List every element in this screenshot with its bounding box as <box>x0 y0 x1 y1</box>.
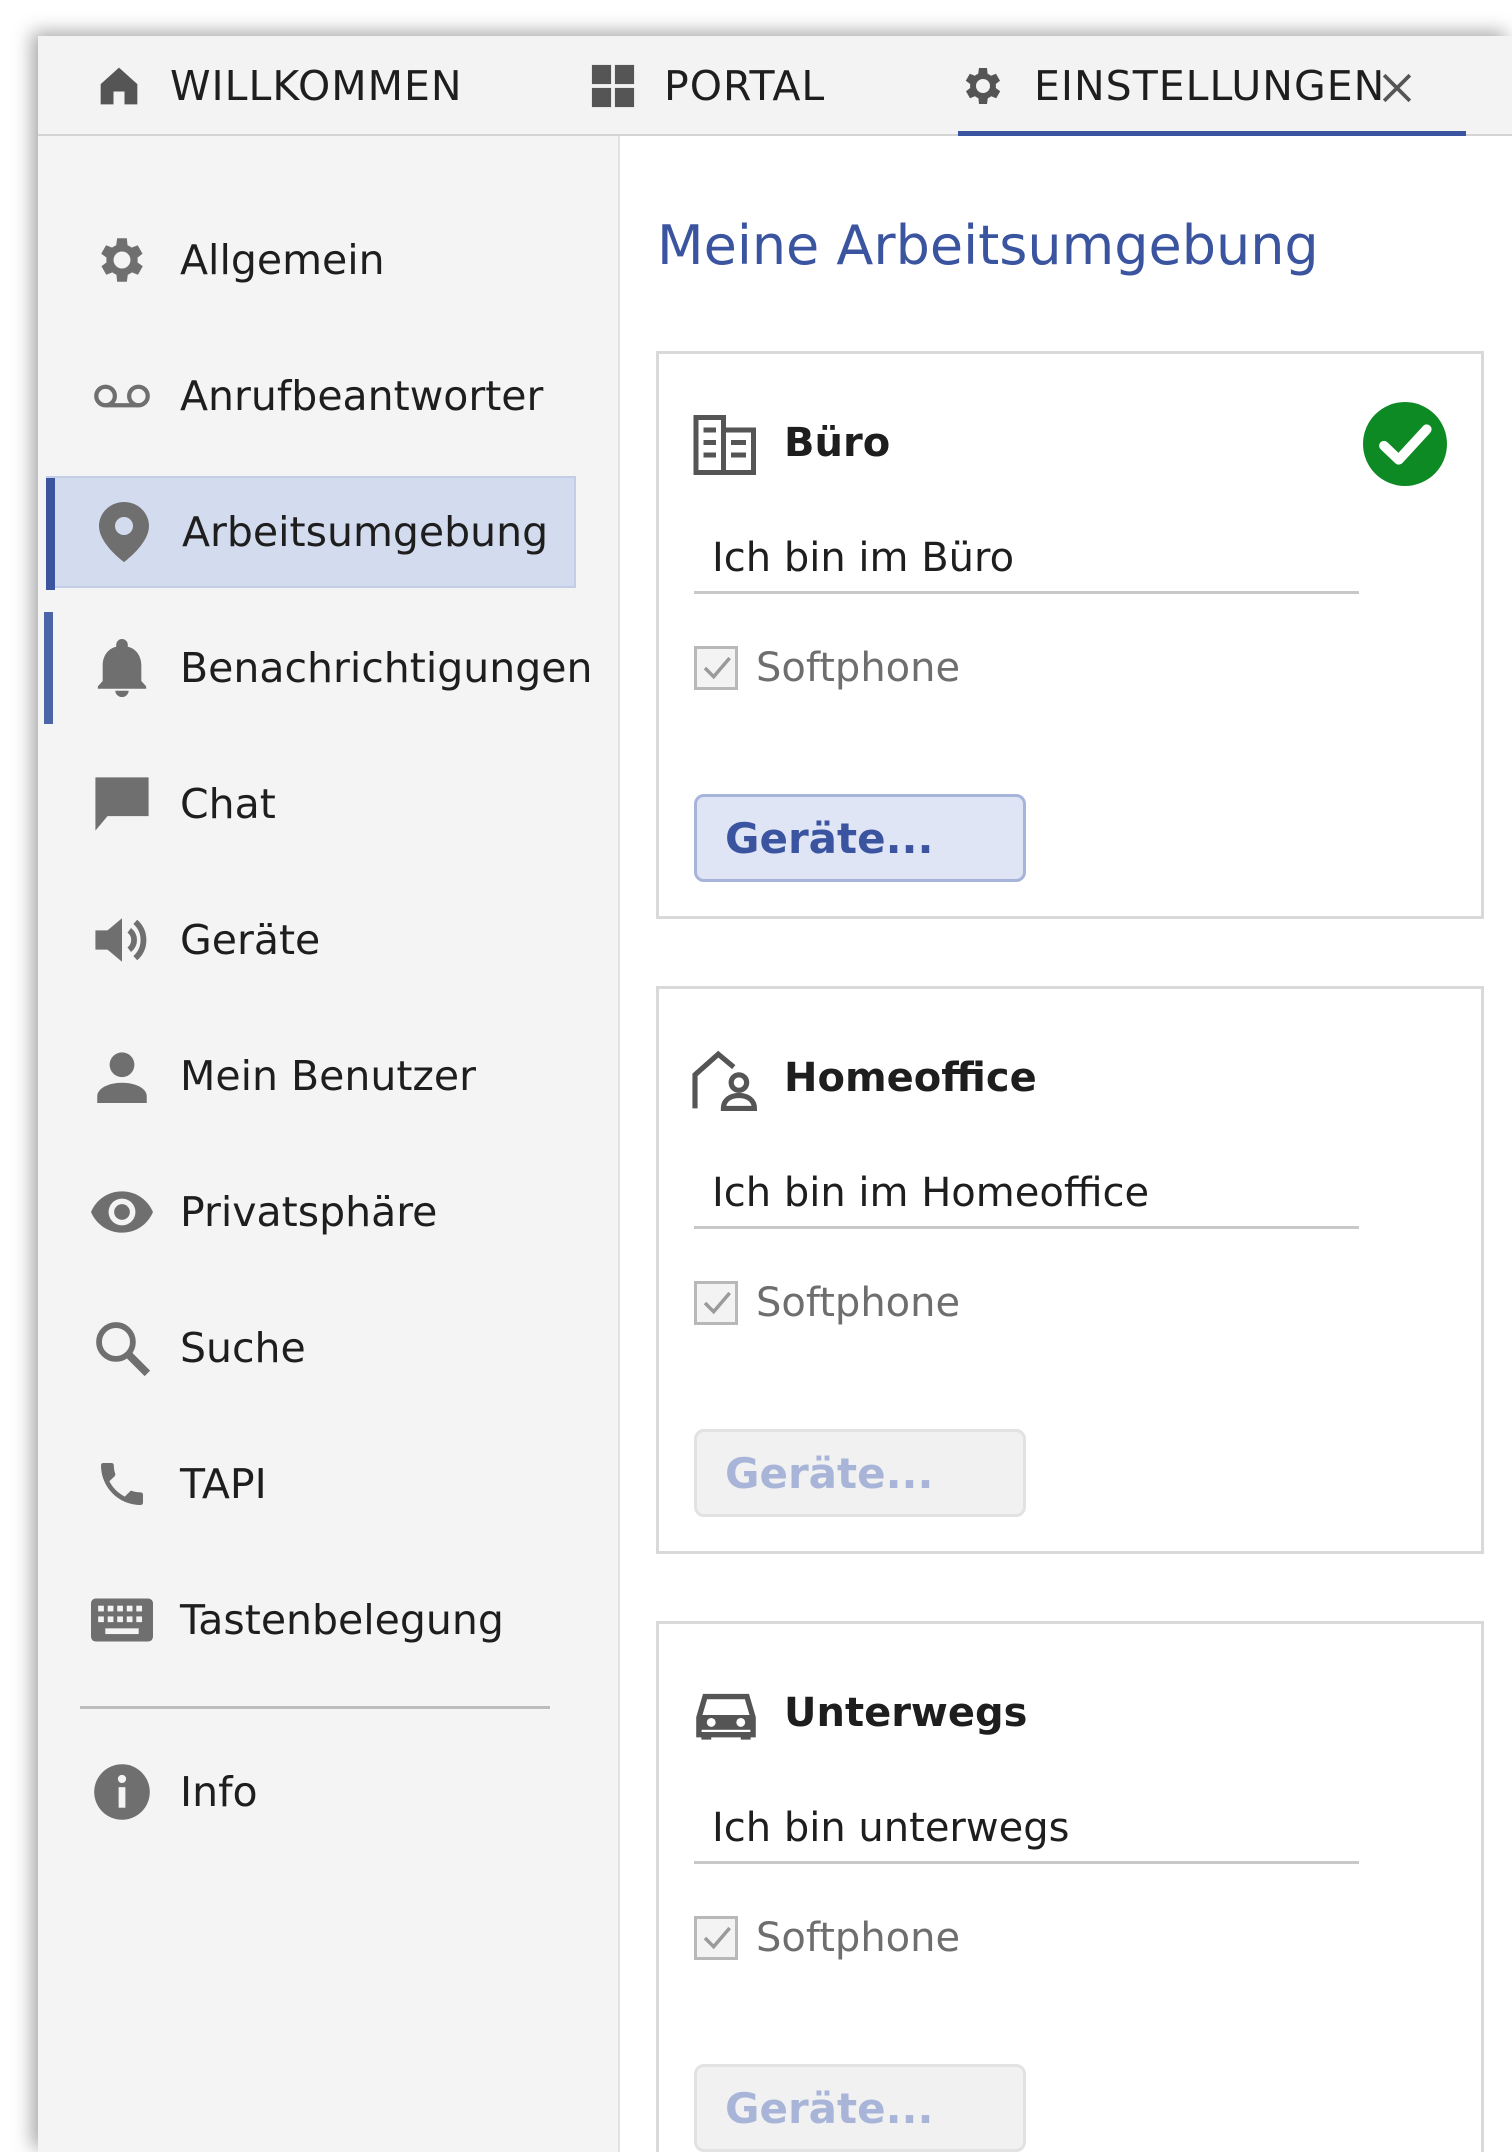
sidebar-item-tastenbelegung[interactable]: Tastenbelegung <box>46 1564 576 1676</box>
page-title: Meine Arbeitsumgebung <box>657 214 1319 277</box>
tab-bar: WILLKOMMEN PORTAL EINSTELLUNGEN <box>38 36 1512 138</box>
grid-icon <box>588 61 638 111</box>
sidebar-item-label: Suche <box>180 1324 306 1372</box>
sidebar-item-tapi[interactable]: TAPI <box>46 1428 576 1540</box>
focus-indicator <box>44 612 53 724</box>
card-title: Büro <box>784 420 891 466</box>
status-text-field[interactable]: Ich bin unterwegs <box>694 1794 1359 1864</box>
field-value: Ich bin unterwegs <box>712 1804 1070 1851</box>
field-value: Ich bin im Büro <box>712 534 1015 581</box>
tab-label: PORTAL <box>664 62 826 110</box>
search-icon <box>91 1317 153 1379</box>
workplace-card-buero[interactable]: Büro Ich bin im Büro Softphone Geräte... <box>656 351 1484 919</box>
checkbox-label: Softphone <box>756 645 961 691</box>
gear-icon <box>91 229 153 291</box>
checkbox-checked-icon <box>694 1281 738 1325</box>
sidebar-item-label: Tastenbelegung <box>180 1596 504 1644</box>
check-circle-icon <box>1363 402 1447 486</box>
sidebar-item-suche[interactable]: Suche <box>46 1292 576 1404</box>
checkbox-label: Softphone <box>756 1915 961 1961</box>
active-item-indicator <box>46 478 55 590</box>
office-building-icon <box>691 410 761 480</box>
sidebar-item-label: Geräte <box>180 916 321 964</box>
info-icon <box>91 1761 153 1823</box>
close-tab-icon[interactable] <box>1375 66 1419 110</box>
keyboard-icon <box>91 1589 153 1651</box>
devices-button[interactable]: Geräte... <box>694 1429 1026 1517</box>
sidebar-item-mein-benutzer[interactable]: Mein Benutzer <box>46 1020 576 1132</box>
workplace-card-homeoffice[interactable]: Homeoffice Ich bin im Homeoffice Softpho… <box>656 986 1484 1554</box>
sidebar-item-label: Anrufbeantworter <box>180 372 544 420</box>
sidebar-item-label: Mein Benutzer <box>180 1052 477 1100</box>
main-content: Meine Arbeitsumgebung Büro Ich bin im Bü… <box>622 136 1512 2152</box>
gear-icon <box>958 61 1008 111</box>
card-title: Unterwegs <box>784 1690 1028 1736</box>
voicemail-icon <box>91 365 153 427</box>
checkbox-checked-icon <box>694 1916 738 1960</box>
sidebar-divider <box>80 1706 550 1709</box>
app-window: WILLKOMMEN PORTAL EINSTELLUNGEN Allgemei… <box>38 36 1512 2152</box>
workplace-card-unterwegs[interactable]: Unterwegs Ich bin unterwegs Softphone Ge… <box>656 1621 1484 2152</box>
softphone-checkbox[interactable]: Softphone <box>694 1908 960 1968</box>
tab-label: WILLKOMMEN <box>170 62 463 110</box>
tab-willkommen[interactable]: WILLKOMMEN <box>94 36 463 136</box>
sidebar-item-label: Info <box>180 1768 258 1816</box>
sidebar-item-label: TAPI <box>180 1460 267 1508</box>
user-icon <box>91 1045 153 1107</box>
checkbox-label: Softphone <box>756 1280 961 1326</box>
sidebar-item-arbeitsumgebung[interactable]: Arbeitsumgebung <box>46 476 576 590</box>
softphone-checkbox[interactable]: Softphone <box>694 638 960 698</box>
sidebar-item-benachrichtigungen[interactable]: Benachrichtigungen <box>44 612 592 724</box>
devices-button[interactable]: Geräte... <box>694 794 1026 882</box>
eye-icon <box>91 1181 153 1243</box>
sidebar-item-label: Privatsphäre <box>180 1188 438 1236</box>
status-text-field[interactable]: Ich bin im Büro <box>694 524 1359 594</box>
sidebar-item-label: Allgemein <box>180 236 385 284</box>
devices-button[interactable]: Geräte... <box>694 2064 1026 2152</box>
home-icon <box>94 61 144 111</box>
tab-label: EINSTELLUNGEN <box>1034 62 1386 110</box>
settings-sidebar: Allgemein Anrufbeantworter Arbeitsumgebu… <box>38 136 620 2152</box>
sidebar-item-allgemein[interactable]: Allgemein <box>46 204 576 316</box>
checkbox-checked-icon <box>694 646 738 690</box>
car-icon <box>691 1680 761 1750</box>
location-pin-icon <box>93 501 155 563</box>
sidebar-item-anrufbeantworter[interactable]: Anrufbeantworter <box>46 340 576 452</box>
chat-bubble-icon <box>91 773 153 835</box>
speaker-icon <box>91 909 153 971</box>
status-text-field[interactable]: Ich bin im Homeoffice <box>694 1159 1359 1229</box>
softphone-checkbox[interactable]: Softphone <box>694 1273 960 1333</box>
sidebar-item-label: Benachrichtigungen <box>180 644 593 692</box>
sidebar-item-geraete[interactable]: Geräte <box>46 884 576 996</box>
tab-portal[interactable]: PORTAL <box>588 36 825 136</box>
sidebar-item-label: Chat <box>180 780 276 828</box>
home-office-icon <box>691 1045 761 1115</box>
card-title: Homeoffice <box>784 1055 1037 1101</box>
field-value: Ich bin im Homeoffice <box>712 1169 1150 1216</box>
sidebar-item-chat[interactable]: Chat <box>46 748 576 860</box>
sidebar-item-privatsphaere[interactable]: Privatsphäre <box>46 1156 576 1268</box>
bell-icon <box>91 637 153 699</box>
sidebar-item-info[interactable]: Info <box>46 1736 576 1848</box>
sidebar-item-label: Arbeitsumgebung <box>182 508 549 556</box>
phone-icon <box>91 1453 153 1515</box>
